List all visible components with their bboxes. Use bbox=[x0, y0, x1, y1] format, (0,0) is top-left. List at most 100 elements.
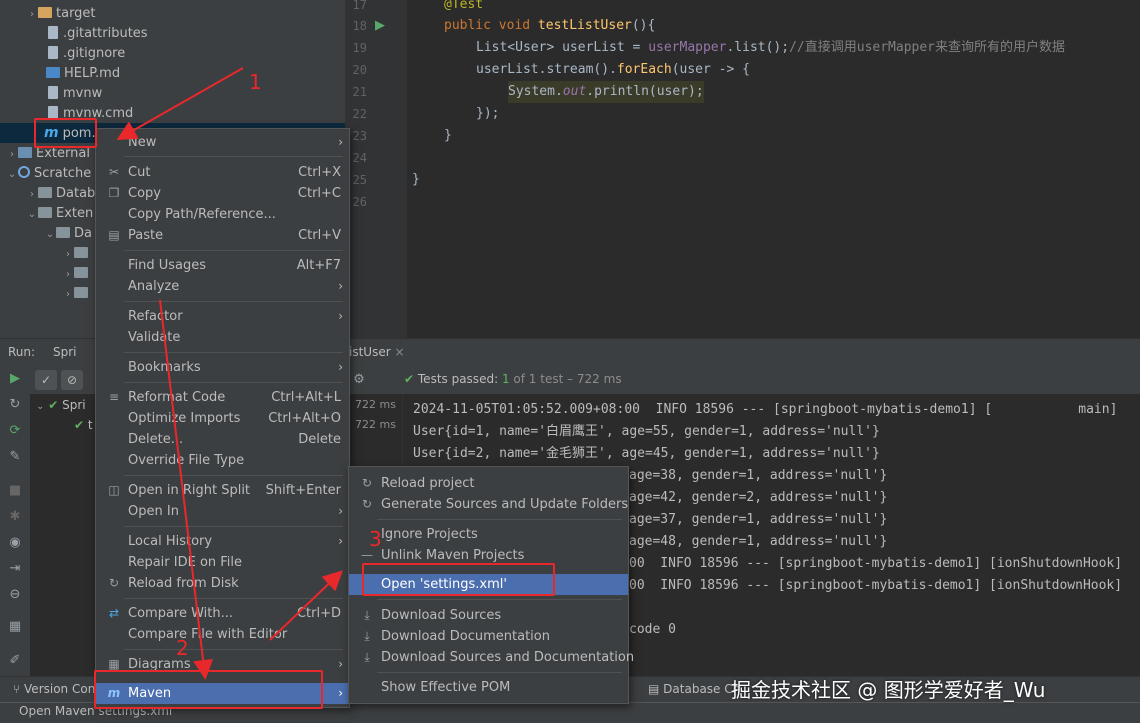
annotation-step-2: 2 bbox=[176, 636, 189, 660]
menu-item-reformat-code[interactable]: ≡ Reformat Code Ctrl+Alt+L bbox=[96, 387, 349, 408]
chevron-right-icon[interactable]: › bbox=[62, 285, 74, 305]
menu-item-compare-editor[interactable]: Compare File with Editor bbox=[96, 624, 349, 645]
database-changes-tab[interactable]: ▤ Database Ch bbox=[648, 682, 740, 696]
menu-item-delete[interactable]: Delete... Delete bbox=[96, 429, 349, 450]
tree-item-da[interactable]: ⌄ Da bbox=[44, 224, 92, 244]
menu-item-shortcut: Shift+Enter bbox=[265, 483, 341, 498]
tree-item-label: mvnw bbox=[63, 86, 103, 101]
chevron-right-icon: › bbox=[338, 360, 343, 374]
chevron-right-icon[interactable]: › bbox=[26, 5, 38, 25]
rerun-icon[interactable]: ▶ bbox=[8, 372, 22, 386]
code-editor[interactable]: 17 18 19 20 21 22 23 24 25 26 ▶ @Test pu… bbox=[345, 0, 1140, 338]
chevron-right-icon[interactable]: › bbox=[62, 245, 74, 265]
menu-item-open-right-split[interactable]: ◫ Open in Right Split Shift+Enter bbox=[96, 480, 349, 501]
menu-item-label: Reformat Code bbox=[128, 390, 226, 405]
menu-item-refactor[interactable]: Refactor › bbox=[96, 306, 349, 327]
version-control-tab[interactable]: ⑂ Version Con bbox=[13, 682, 95, 696]
menu-separator bbox=[377, 672, 622, 673]
menu-item-open-in[interactable]: Open In › bbox=[96, 501, 349, 522]
tree-item-databases[interactable]: › Datab bbox=[26, 184, 95, 204]
menu-item-label: Cut bbox=[128, 165, 151, 180]
menu-item-analyze[interactable]: Analyze › bbox=[96, 276, 349, 297]
chevron-right-icon[interactable]: › bbox=[26, 185, 38, 205]
chevron-down-icon[interactable]: ⌄ bbox=[6, 165, 18, 185]
menu-item-override-file-type[interactable]: Override File Type bbox=[96, 450, 349, 471]
menu-item-cut[interactable]: ✂ Cut Ctrl+X bbox=[96, 162, 349, 183]
tree-item-extensions[interactable]: ⌄ Exten bbox=[26, 204, 93, 224]
show-passed-icon[interactable]: ✓ bbox=[35, 370, 57, 390]
markdown-file-icon bbox=[46, 67, 60, 78]
chevron-down-icon[interactable]: ⌄ bbox=[26, 205, 38, 225]
compare-icon: ⇄ bbox=[108, 606, 120, 620]
rerun-failed-icon[interactable]: ↻ bbox=[8, 398, 22, 412]
download-icon: ⤓ bbox=[364, 608, 370, 622]
tree-item-help-md[interactable]: HELP.md bbox=[46, 64, 120, 84]
test-tab[interactable]: istUser × bbox=[349, 345, 405, 359]
debug-icon[interactable]: ✱ bbox=[8, 510, 22, 524]
tree-item-folder[interactable]: › bbox=[62, 284, 92, 304]
chevron-right-icon[interactable]: › bbox=[62, 265, 74, 285]
menu-item-label: Analyze bbox=[128, 279, 180, 294]
folder-icon bbox=[74, 287, 88, 298]
tree-item-gitattributes[interactable]: .gitattributes bbox=[48, 24, 148, 44]
menu-item-download-documentation[interactable]: ⤓ Download Documentation bbox=[349, 626, 628, 647]
tree-item-folder[interactable]: › bbox=[62, 244, 92, 264]
console-line: User{id=1, name='白眉鹰王', age=55, gender=1… bbox=[413, 424, 880, 439]
console-line: age=37, gender=1, address='null'} bbox=[629, 512, 888, 527]
layout-icon[interactable]: ▦ bbox=[8, 620, 22, 634]
code-token: .println(user); bbox=[586, 84, 704, 99]
tree-item-gitignore[interactable]: .gitignore bbox=[48, 44, 125, 64]
menu-item-repair-ide[interactable]: Repair IDE on File bbox=[96, 552, 349, 573]
show-ignored-icon[interactable]: ⊘ bbox=[61, 370, 83, 390]
gear-icon[interactable]: ⚙ bbox=[352, 373, 366, 387]
settings-wrench-icon[interactable]: ✎ bbox=[8, 450, 22, 464]
export-icon[interactable]: ⇥ bbox=[8, 562, 22, 576]
method-token: forEach bbox=[616, 62, 672, 77]
tree-item-scratches[interactable]: ⌄ Scratche bbox=[6, 164, 91, 184]
chevron-right-icon: › bbox=[338, 534, 343, 548]
menu-item-optimize-imports[interactable]: Optimize Imports Ctrl+Alt+O bbox=[96, 408, 349, 429]
code-line-19: List<User> userList = userMapper.list();… bbox=[476, 37, 1065, 59]
menu-item-paste[interactable]: ▤ Paste Ctrl+V bbox=[96, 225, 349, 246]
menu-item-ignore-projects[interactable]: Ignore Projects bbox=[349, 524, 628, 545]
menu-item-local-history[interactable]: Local History › bbox=[96, 531, 349, 552]
menu-item-download-sources-and-docs[interactable]: ⤓ Download Sources and Documentation bbox=[349, 647, 634, 668]
close-icon[interactable]: × bbox=[394, 345, 404, 359]
menu-item-generate-sources[interactable]: ↻ Generate Sources and Update Folders bbox=[349, 494, 628, 515]
menu-item-copy[interactable]: ❐ Copy Ctrl+C bbox=[96, 183, 349, 204]
chevron-right-icon[interactable]: › bbox=[6, 145, 18, 165]
menu-item-copy-path[interactable]: Copy Path/Reference... bbox=[96, 204, 349, 225]
reformat-icon: ≡ bbox=[108, 390, 120, 404]
menu-item-shortcut: Ctrl+D bbox=[296, 606, 341, 621]
pin-icon[interactable]: ✐ bbox=[8, 654, 22, 668]
menu-item-reload-from-disk[interactable]: ↻ Reload from Disk bbox=[96, 573, 349, 594]
camera-icon[interactable]: ◉ bbox=[8, 536, 22, 550]
run-test-icon[interactable]: ▶ bbox=[375, 18, 385, 33]
menu-item-compare-with[interactable]: ⇄ Compare With... Ctrl+D bbox=[96, 603, 349, 624]
tree-item-mvnw[interactable]: mvnw bbox=[48, 84, 102, 104]
chevron-down-icon[interactable]: ⌄ bbox=[36, 401, 44, 412]
method-name-token: testListUser bbox=[537, 18, 632, 33]
import-icon[interactable]: ⊖ bbox=[8, 588, 22, 602]
menu-item-show-effective-pom[interactable]: Show Effective POM bbox=[349, 677, 628, 698]
chevron-down-icon[interactable]: ⌄ bbox=[44, 225, 56, 245]
menu-item-find-usages[interactable]: Find Usages Alt+F7 bbox=[96, 255, 349, 276]
menu-separator bbox=[124, 250, 343, 251]
tree-item-target[interactable]: › target bbox=[26, 4, 96, 24]
folder-icon bbox=[74, 267, 88, 278]
console-line: age=48, gender=1, address='null'} bbox=[629, 534, 888, 549]
folder-icon bbox=[38, 207, 52, 218]
menu-item-bookmarks[interactable]: Bookmarks › bbox=[96, 357, 349, 378]
comment-token: //直接调用userMapper来查询所有的用户数据 bbox=[789, 40, 1066, 55]
tree-item-folder[interactable]: › bbox=[62, 264, 92, 284]
menu-item-new[interactable]: New › bbox=[96, 132, 349, 153]
run-tab[interactable]: Spri bbox=[53, 345, 77, 359]
line-number: 22 bbox=[352, 107, 367, 121]
toggle-autotest-icon[interactable]: ⟳ bbox=[8, 424, 22, 438]
stop-icon[interactable]: ■ bbox=[8, 484, 22, 498]
menu-item-reload-project[interactable]: ↻ Reload project bbox=[349, 473, 628, 494]
reload-icon: ↻ bbox=[108, 576, 120, 590]
tree-item-label: Datab bbox=[56, 186, 96, 201]
menu-item-download-sources[interactable]: ⤓ Download Sources bbox=[349, 605, 628, 626]
menu-item-validate[interactable]: Validate bbox=[96, 327, 349, 348]
